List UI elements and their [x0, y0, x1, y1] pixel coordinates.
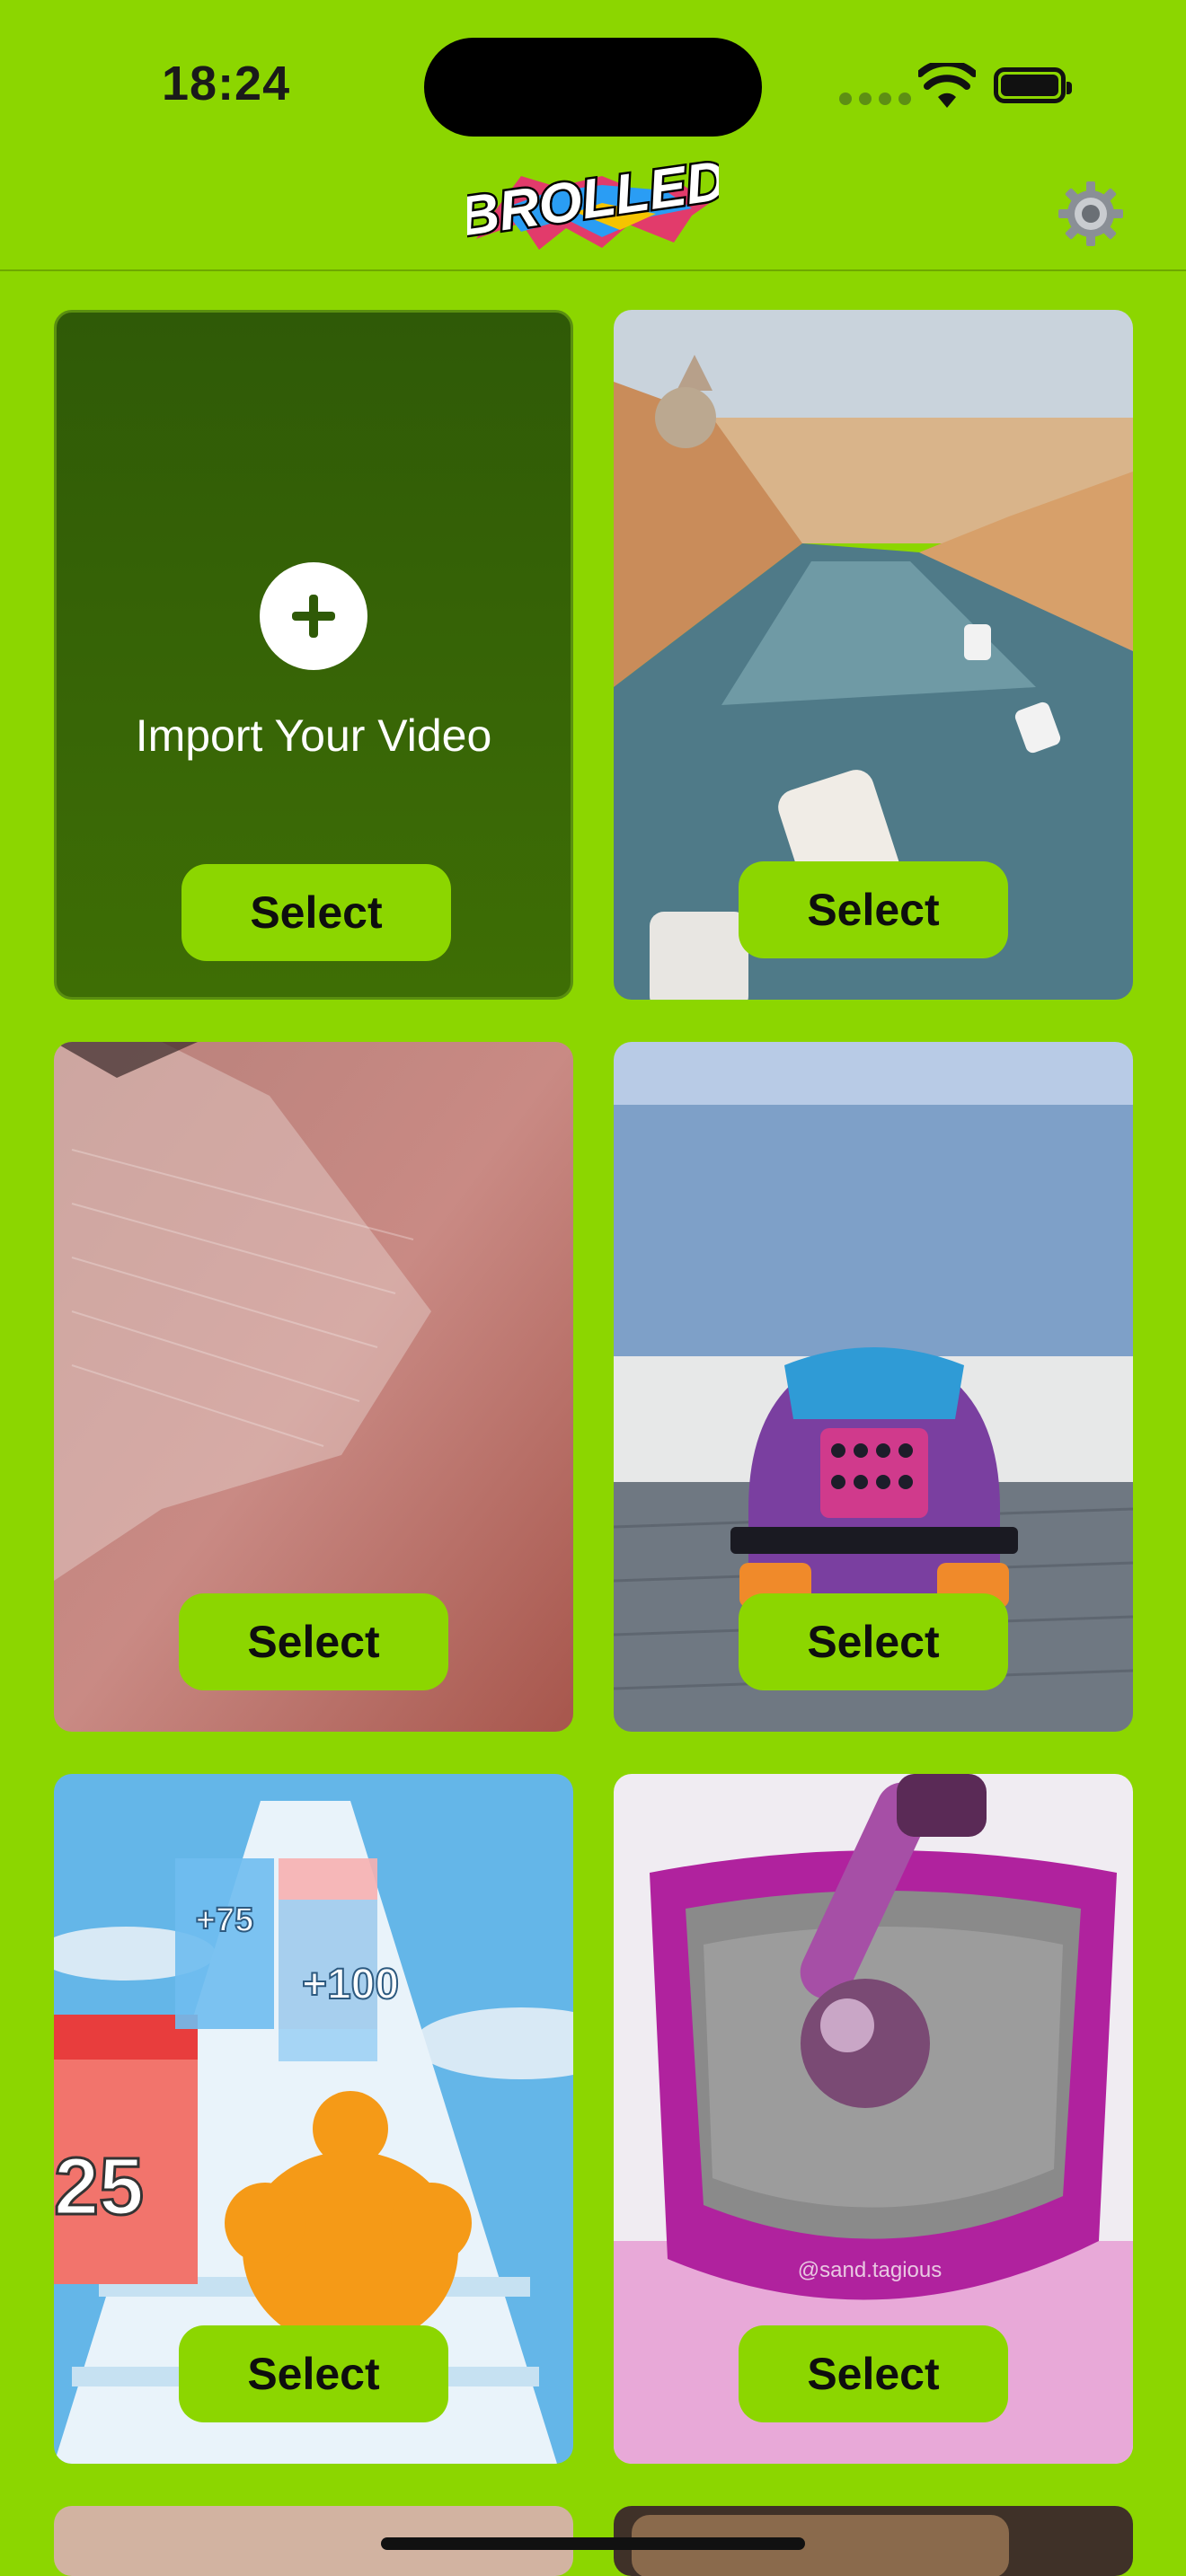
select-button[interactable]: Select [739, 1593, 1008, 1690]
settings-gear-icon[interactable] [1057, 180, 1125, 248]
wifi-icon [918, 63, 976, 108]
video-card-venice[interactable]: Select [614, 310, 1133, 1000]
video-card-runner-game[interactable]: +75 +100 25 Select [54, 1774, 573, 2464]
import-label: Import Your Video [135, 710, 492, 761]
select-button[interactable]: Select [179, 2325, 448, 2422]
select-button[interactable]: Select [739, 861, 1008, 958]
gate-label-75: +75 [196, 1901, 253, 1939]
gate-label-100: +100 [302, 1961, 399, 2008]
video-card-kinetic-sand[interactable]: @sand.tagious Select [614, 1774, 1133, 2464]
plus-icon [292, 595, 335, 638]
header-divider [0, 269, 1186, 271]
gate-label-25: 25 [54, 2142, 144, 2232]
status-time: 18:24 [162, 57, 291, 110]
app-logo: BROLLED [467, 149, 719, 251]
home-indicator[interactable] [381, 2537, 805, 2550]
video-card-skin[interactable]: Select [54, 1042, 573, 1732]
select-button[interactable]: Select [739, 2325, 1008, 2422]
select-button[interactable]: Select [179, 1593, 448, 1690]
import-video-card[interactable]: Import Your Video Select [54, 310, 573, 1000]
dynamic-island [424, 38, 762, 137]
watermark: @sand.tagious [798, 2258, 942, 2282]
select-button-import[interactable]: Select [181, 864, 451, 961]
video-card-toy-car[interactable]: Select [614, 1042, 1133, 1732]
battery-icon [994, 67, 1072, 103]
cellular-signal-icon [839, 93, 911, 105]
add-icon[interactable] [260, 562, 367, 670]
